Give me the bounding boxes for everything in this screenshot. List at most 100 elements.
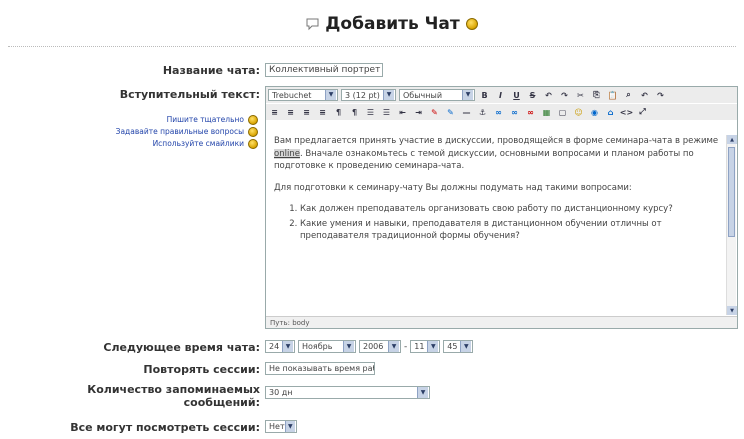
day-select[interactable]: 24 ▼ [265,340,295,353]
keep-messages-label-line-2: сообщений: [183,396,260,409]
fullscreen-icon[interactable]: ⤢ [636,106,649,118]
editor-paragraph-1: Вам предлагается принять участие в диску… [274,135,722,173]
horizontal-rule-icon[interactable]: — [460,106,473,118]
header-divider [8,46,736,47]
paste-icon[interactable]: 📋 [606,89,619,101]
editor-scrollbar[interactable]: ▲ ▼ [726,135,737,315]
keep-messages-value: 30 дн [269,388,293,397]
dropdown-arrow-icon[interactable]: ▼ [282,341,293,352]
help-icon[interactable] [248,127,258,137]
dropdown-arrow-icon[interactable]: ▼ [460,341,472,352]
redo-icon[interactable]: ↷ [654,89,667,101]
insert-table-icon[interactable]: ▢ [556,106,569,118]
undo-icon[interactable]: ↶ [542,89,555,101]
text-color-icon[interactable]: ✎ [428,106,441,118]
bold-button[interactable]: B [478,89,491,101]
help-link-ask-questions[interactable]: Задавайте правильные вопросы [8,126,258,138]
chat-time-label: Следующее время чата: [103,341,260,354]
unordered-list-icon[interactable]: ☰ [380,106,393,118]
minute-select[interactable]: 45 ▼ [443,340,474,353]
minute-value: 45 [447,342,458,351]
help-link-label[interactable]: Пишите тщательно [167,114,244,126]
view-sessions-value: Нет [269,422,285,431]
spellcheck-icon[interactable]: ⌂ [604,106,617,118]
paragraph-style-select[interactable]: Обычный ▼ [399,89,475,101]
dropdown-arrow-icon[interactable]: ▼ [284,421,295,432]
dropdown-arrow-icon[interactable]: ▼ [462,90,473,100]
underline-button[interactable]: U [510,89,523,101]
dropdown-arrow-icon[interactable]: ▼ [383,90,394,100]
dropdown-arrow-icon[interactable]: ▼ [343,341,354,352]
unlink-icon[interactable]: ∞ [508,106,521,118]
view-sessions-label: Все могут посмотреть сессии: [70,421,260,434]
outdent-icon[interactable]: ⇤ [396,106,409,118]
month-select[interactable]: Ноябрь ▼ [298,340,356,353]
editor-help-links: Пишите тщательно Задавайте правильные во… [8,114,258,150]
find-icon[interactable]: ⌕ [622,89,635,101]
strikethrough-button[interactable]: S [526,89,539,101]
ltr-icon[interactable]: ¶ [332,106,345,118]
scroll-thumb[interactable] [728,147,735,237]
align-justify-icon[interactable]: ≡ [316,106,329,118]
editor-content[interactable]: Вам предлагается принять участие в диску… [274,135,722,315]
day-value: 24 [269,342,280,351]
html-editor[interactable]: Trebuchet ▼ 3 (12 pt) ▼ Обычный ▼ B I U … [265,86,738,329]
smiley-icon[interactable]: ☺ [572,106,585,118]
align-left-icon[interactable]: ≡ [268,106,281,118]
title-wrap: Добавить Чат [306,14,478,34]
background-color-icon[interactable]: ✎ [444,106,457,118]
view-sessions-select[interactable]: Нет ▼ [265,420,297,433]
scroll-up-icon[interactable]: ▲ [727,135,737,144]
help-link-label[interactable]: Задавайте правильные вопросы [116,126,244,138]
italic-button[interactable]: I [494,89,507,101]
help-link-write-carefully[interactable]: Пишите тщательно [8,114,258,126]
font-family-select[interactable]: Trebuchet ▼ [268,89,338,101]
align-right-icon[interactable]: ≡ [300,106,313,118]
help-icon[interactable] [465,18,478,30]
scroll-down-icon[interactable]: ▼ [727,306,737,315]
html-source-icon[interactable]: <> [620,106,633,118]
hour-select[interactable]: 11 ▼ [410,340,441,353]
month-value: Ноябрь [302,342,333,351]
undo-icon[interactable]: ↶ [638,89,651,101]
cut-icon[interactable]: ✂ [574,89,587,101]
anchor-icon[interactable]: ⚓ [476,106,489,118]
help-icon[interactable] [248,139,258,149]
ordered-list-icon[interactable]: ☰ [364,106,377,118]
paragraph-style-value: Обычный [403,90,443,100]
dropdown-arrow-icon[interactable]: ▼ [388,341,399,352]
list-item: Как должен преподаватель организовать св… [300,203,722,216]
insert-image-icon[interactable]: ▦ [540,106,553,118]
rtl-icon[interactable]: ¶ [348,106,361,118]
dropdown-arrow-icon[interactable]: ▼ [417,387,428,398]
year-value: 2006 [363,342,384,351]
font-family-value: Trebuchet [272,90,312,100]
font-size-select[interactable]: 3 (12 pt) ▼ [341,89,396,101]
copy-icon[interactable]: ⎘ [590,89,603,101]
redo-icon[interactable]: ↷ [558,89,571,101]
editor-text: Вам предлагается принять участие в диску… [274,136,719,146]
chat-time-controls: 24 ▼ Ноябрь ▼ 2006 ▼ - 11 ▼ 45 ▼ [265,340,474,353]
help-link-label[interactable]: Используйте смайлики [153,138,244,150]
editor-highlighted-word: online [274,148,300,159]
help-link-smileys[interactable]: Используйте смайлики [8,138,258,150]
year-select[interactable]: 2006 ▼ [359,340,401,353]
repeat-sessions-select[interactable]: Не показывать время работы чата ▼ [265,362,375,375]
chat-icon [306,18,319,30]
link-icon[interactable]: ∞ [492,106,505,118]
nolink-icon[interactable]: ∞ [524,106,537,118]
hour-value: 11 [414,342,425,351]
dropdown-arrow-icon[interactable]: ▼ [427,341,439,352]
align-center-icon[interactable]: ≡ [284,106,297,118]
time-separator: - [404,341,408,352]
indent-icon[interactable]: ⇥ [412,106,425,118]
dropdown-arrow-icon[interactable]: ▼ [325,90,336,100]
help-icon[interactable] [248,115,258,125]
list-item: Какие умения и навыки, преподавателя в д… [300,218,722,243]
keep-messages-select[interactable]: 30 дн ▼ [265,386,430,399]
editor-toolbar-row-2: ≡ ≡ ≡ ≡ ¶ ¶ ☰ ☰ ⇤ ⇥ ✎ ✎ — ⚓ ∞ ∞ ∞ ▦ ▢ ☺ … [266,104,737,120]
chat-name-input[interactable]: Коллективный портрет образ [265,63,383,77]
special-char-icon[interactable]: ◉ [588,106,601,118]
editor-toolbar-row-1: Trebuchet ▼ 3 (12 pt) ▼ Обычный ▼ B I U … [266,87,737,103]
editor-text: . Вначале ознакомьтесь с темой дискуссии… [274,148,694,172]
